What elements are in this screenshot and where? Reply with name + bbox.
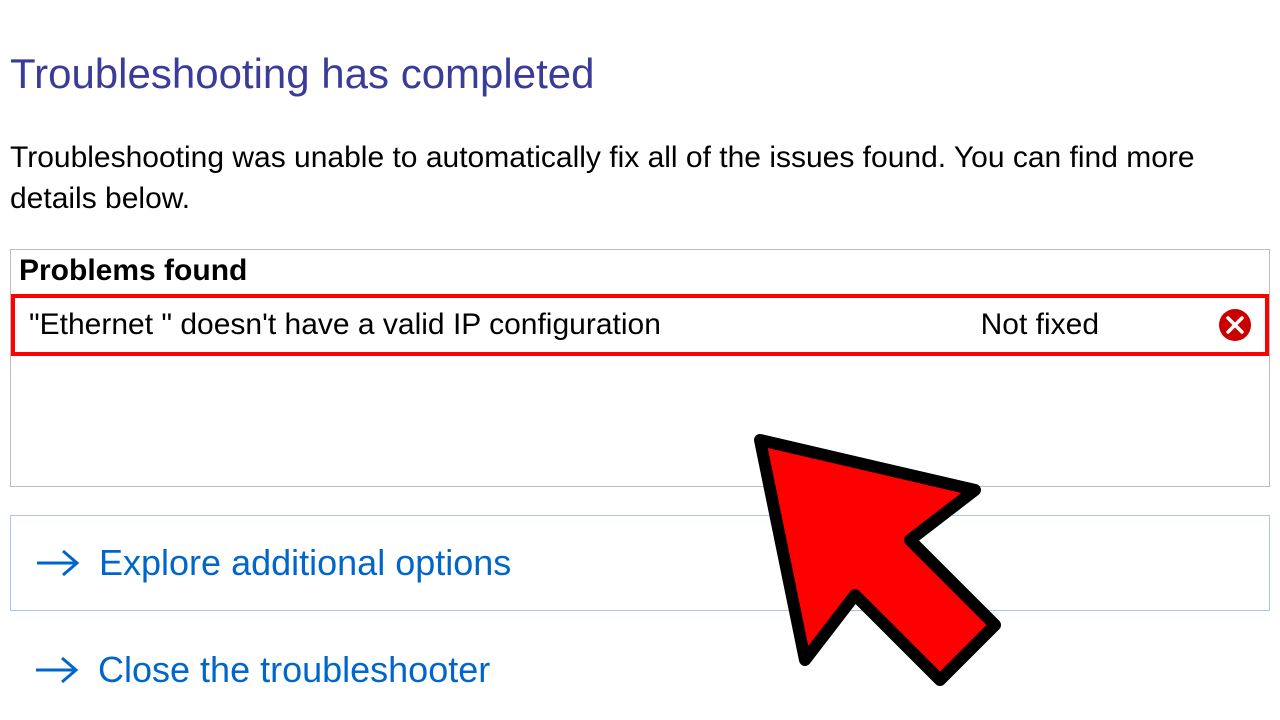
explore-additional-options-button[interactable]: Explore additional options <box>10 515 1270 611</box>
arrow-right-icon <box>35 544 81 582</box>
close-option-label: Close the troubleshooter <box>98 649 490 691</box>
arrow-right-icon <box>34 651 80 689</box>
page-title: Troubleshooting has completed <box>10 50 1270 98</box>
problem-description: "Ethernet " doesn't have a valid IP conf… <box>29 308 981 342</box>
close-troubleshooter-button[interactable]: Close the troubleshooter <box>10 639 1270 691</box>
problems-found-box: Problems found "Ethernet " doesn't have … <box>10 249 1270 487</box>
problems-empty-area <box>11 356 1269 486</box>
problems-header: Problems found <box>11 250 1269 294</box>
error-x-icon <box>1219 309 1251 341</box>
problem-status: Not fixed <box>981 308 1099 342</box>
problem-row[interactable]: "Ethernet " doesn't have a valid IP conf… <box>11 294 1269 356</box>
page-description: Troubleshooting was unable to automatica… <box>10 138 1270 219</box>
explore-option-label: Explore additional options <box>99 542 511 584</box>
